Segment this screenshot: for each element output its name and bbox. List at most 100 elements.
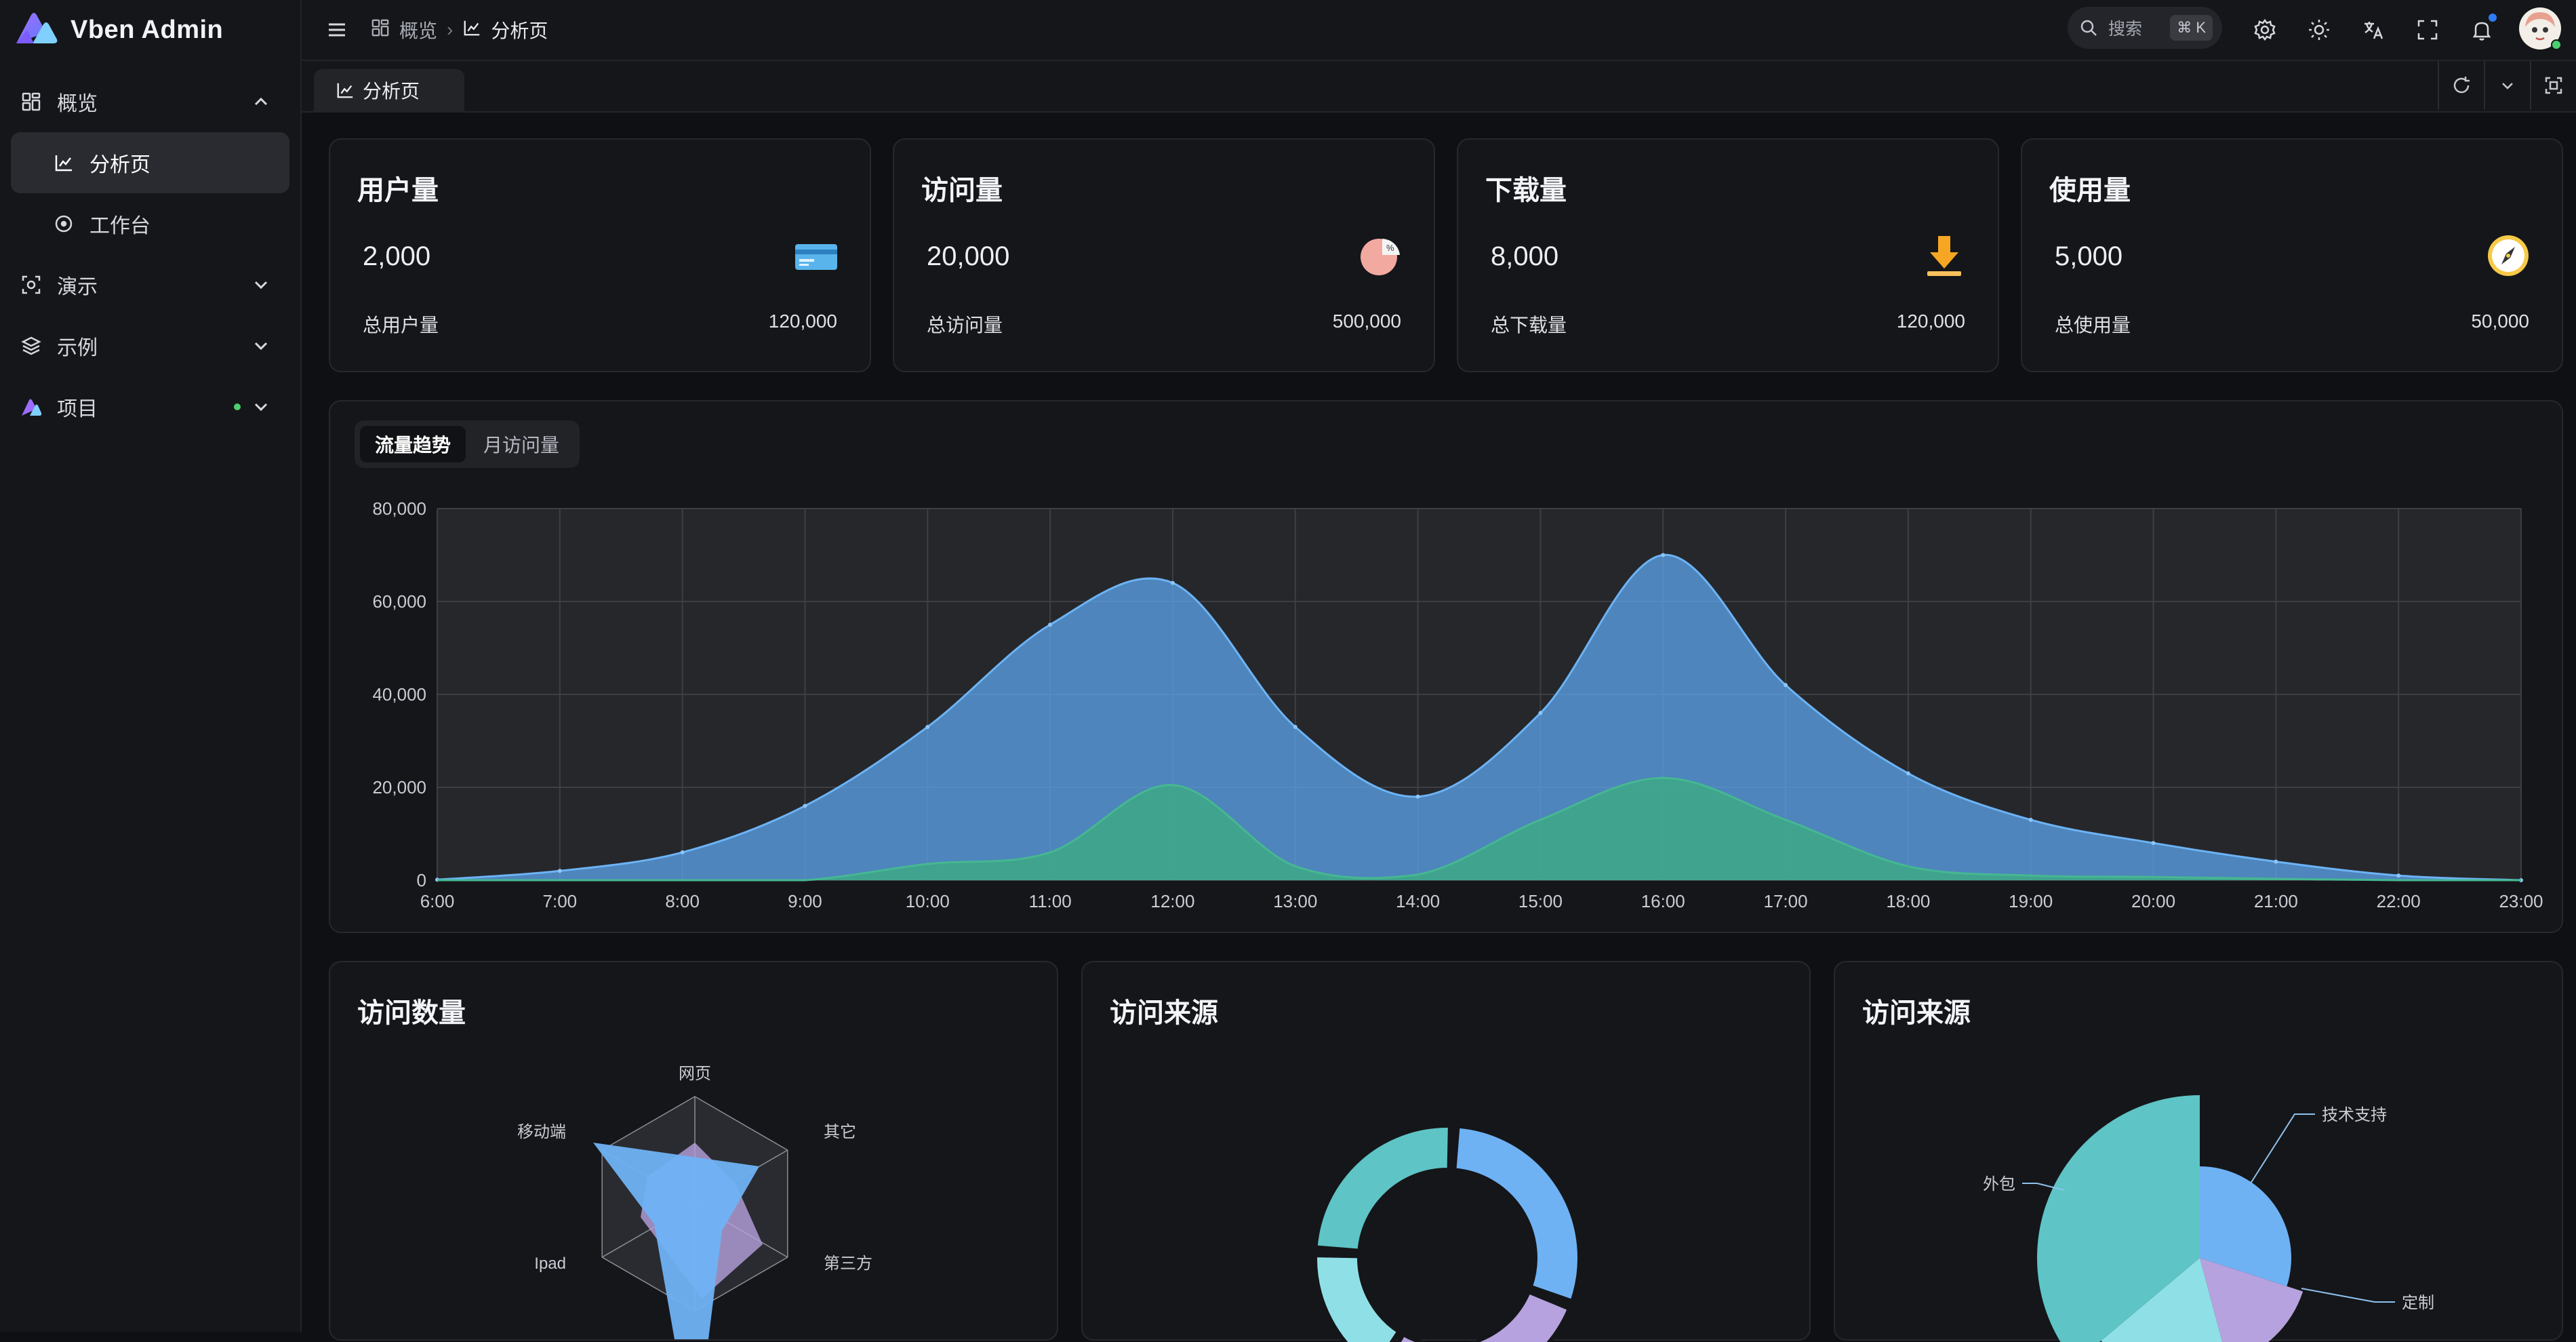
credit-card-icon [792, 232, 840, 279]
data-point [1538, 711, 1543, 715]
data-point [1293, 724, 1297, 729]
sidebar-menu: 概览 分析页 工作台 演示 示例 项目 [0, 71, 300, 437]
target-icon [52, 212, 76, 236]
sidebar-item-label: 项目 [57, 398, 98, 420]
logo-icon [19, 395, 43, 419]
tab-label: 分析页 [363, 81, 420, 102]
radar-indicator-label: 第三方 [824, 1255, 872, 1273]
x-tick-label: 22:00 [2377, 891, 2421, 911]
notification-bell-icon[interactable] [2466, 14, 2498, 46]
breadcrumb-item[interactable]: 概览 [399, 16, 437, 43]
stat-sub-label: 总使用量 [2055, 315, 2131, 336]
refresh-icon[interactable] [2438, 61, 2484, 110]
data-point [1784, 683, 1788, 688]
sidebar-item-label: 工作台 [89, 215, 150, 237]
tab-bar: 分析页 [302, 61, 2576, 113]
sidebar-item-label: 示例 [57, 337, 98, 359]
data-point [803, 804, 807, 808]
stat-title: 下载量 [1485, 176, 1567, 205]
breadcrumb: 概览 › 分析页 [371, 0, 548, 60]
theme-sun-icon[interactable] [2303, 14, 2335, 46]
avatar[interactable] [2518, 7, 2562, 50]
data-point [925, 724, 930, 729]
svg-text:%: % [1386, 243, 1394, 253]
vben-logo-icon [14, 9, 60, 51]
radar-indicator-label: 其它 [824, 1123, 856, 1141]
menu-toggle-icon[interactable] [322, 15, 352, 45]
stat-card-visits: 访问量 20,000 % 总访问量 500,000 [893, 138, 1435, 372]
x-tick-label: 23:00 [2499, 891, 2543, 911]
notification-dot [2489, 14, 2497, 22]
visit-count-card: 访问数量 网页 其它 第三方 Ipad 移动端 [329, 961, 1058, 1341]
donut-slice [1476, 1289, 1572, 1342]
compass-icon [2484, 232, 2532, 279]
search-input[interactable]: 搜索 ⌘ K [2068, 7, 2222, 49]
translate-icon[interactable] [2357, 14, 2390, 46]
donut-slice [1313, 1253, 1401, 1342]
tab-analytics[interactable]: 分析页 [314, 69, 464, 111]
pie-label: 定制 [2402, 1294, 2434, 1312]
data-point [2028, 817, 2033, 822]
stat-card-users: 用户量 2,000 总用户量 120,000 [329, 138, 871, 372]
x-tick-label: 9:00 [788, 891, 822, 911]
x-tick-label: 15:00 [1518, 891, 1563, 911]
stat-total: 120,000 [1896, 311, 1965, 332]
x-tick-label: 13:00 [1273, 891, 1317, 911]
donut-slice [1452, 1124, 1582, 1303]
search-placeholder: 搜索 [2108, 20, 2143, 39]
data-point [1415, 794, 1420, 799]
visit-source-card: 访问来源 [1081, 961, 1811, 1342]
x-tick-label: 18:00 [1886, 891, 1930, 911]
sidebar-item-examples[interactable]: 示例 [11, 315, 289, 376]
data-point [1170, 580, 1175, 585]
sidebar-item-label: 演示 [57, 276, 98, 298]
donut-slice [1313, 1124, 1452, 1253]
app-title: Vben Admin [71, 15, 224, 44]
search-shortcut: ⌘ K [2170, 15, 2213, 41]
sidebar-item-demo[interactable]: 演示 [11, 254, 289, 315]
x-tick-label: 8:00 [665, 891, 700, 911]
sidebar-item-workspace[interactable]: 工作台 [11, 193, 289, 254]
maximize-icon[interactable] [2530, 61, 2576, 110]
status-dot [234, 403, 241, 410]
download-icon [1920, 232, 1968, 279]
data-point [1048, 623, 1053, 627]
layers-icon [19, 334, 43, 358]
data-point [557, 869, 562, 873]
settings-icon[interactable] [2249, 14, 2281, 46]
chevron-down-icon [249, 395, 273, 419]
dashboard-icon [19, 90, 43, 114]
pie-label: 技术支持 [2322, 1106, 2387, 1124]
sidebar-item-analytics[interactable]: 分析页 [11, 132, 289, 193]
radar-indicator-label: Ipad [534, 1255, 566, 1273]
stat-sub-label: 总用户量 [363, 315, 439, 336]
brand[interactable]: Vben Admin [14, 5, 223, 54]
stat-value: 5,000 [2055, 241, 2123, 271]
rose-pie-chart: 技术支持定制 外包 [1983, 1095, 2434, 1342]
stat-value: 20,000 [927, 241, 1010, 271]
data-point [2151, 841, 2156, 846]
sidebar-item-project[interactable]: 项目 [11, 376, 289, 437]
sidebar-item-overview[interactable]: 概览 [11, 71, 289, 132]
sidebar-item-label: 概览 [57, 93, 98, 115]
x-tick-label: 16:00 [1641, 891, 1685, 911]
radar-indicator-label: 网页 [679, 1065, 711, 1083]
x-tick-label: 11:00 [1029, 891, 1072, 911]
visit-source-pie-card: 访问来源 技术支持 定制 外包 [1834, 961, 2563, 1342]
pie-label-line [2250, 1113, 2315, 1184]
y-tick-label: 0 [417, 870, 426, 890]
x-tick-label: 10:00 [906, 891, 950, 911]
x-tick-label: 17:00 [1764, 891, 1808, 911]
data-point [2274, 859, 2278, 864]
stat-total: 120,000 [768, 311, 837, 332]
data-point [1661, 553, 1666, 557]
chevron-down-icon[interactable] [2484, 61, 2530, 110]
stat-card-downloads: 下载量 8,000 总下载量 120,000 [1457, 138, 1999, 372]
percent-pie-icon: % [1356, 232, 1404, 279]
x-tick-label: 6:00 [420, 891, 455, 911]
y-tick-label: 20,000 [372, 777, 426, 797]
stat-total: 500,000 [1332, 311, 1401, 332]
data-point [680, 850, 685, 854]
fullscreen-icon[interactable] [2411, 14, 2444, 46]
breadcrumb-current[interactable]: 分析页 [491, 16, 548, 43]
